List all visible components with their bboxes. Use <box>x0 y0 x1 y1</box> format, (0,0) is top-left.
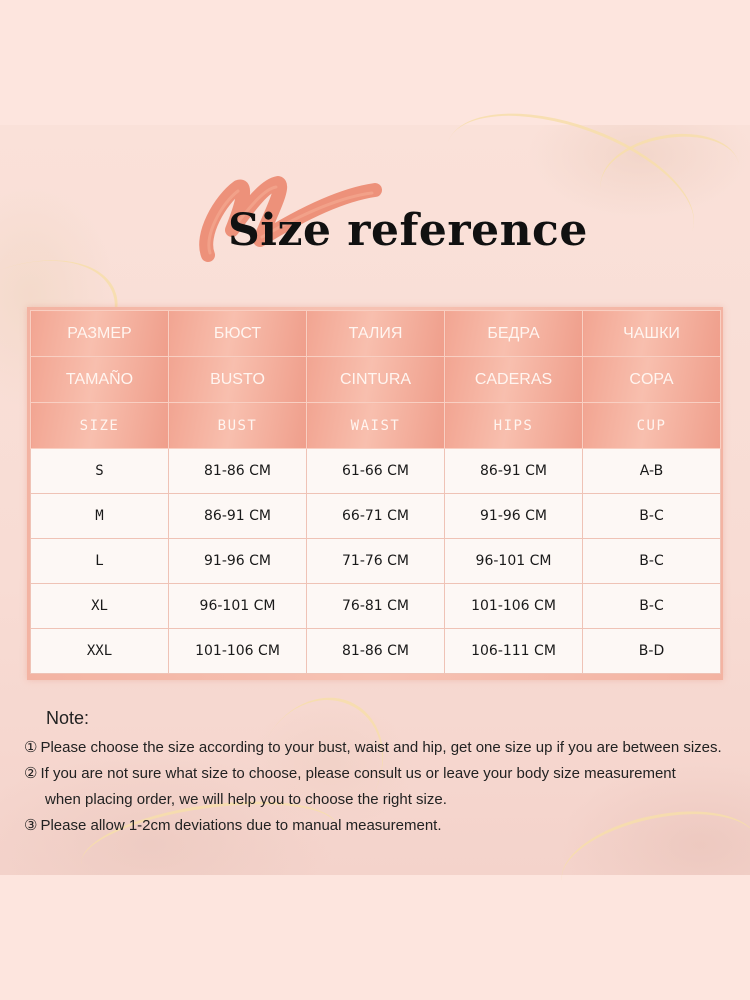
circled-number-2-icon: ② <box>24 765 38 782</box>
hips-cell: 106-111 CM <box>444 628 583 674</box>
header-cell: CINTURA <box>306 356 445 403</box>
header-cell: ТАЛИЯ <box>306 310 445 357</box>
header-row-russian: РАЗМЕР БЮСТ ТАЛИЯ БЕДРА ЧАШКИ <box>30 310 721 357</box>
size-chart-table: РАЗМЕР БЮСТ ТАЛИЯ БЕДРА ЧАШКИ TAMAÑO BUS… <box>30 310 721 674</box>
hips-cell: 96-101 CM <box>444 538 583 584</box>
note-text: Please allow 1-2cm deviations due to man… <box>40 817 442 834</box>
size-cell: XL <box>30 583 169 629</box>
size-cell: L <box>30 538 169 584</box>
table-row: M 86-91 CM 66-71 CM 91-96 CM B-C <box>30 493 721 539</box>
waist-cell: 66-71 CM <box>306 493 445 539</box>
bust-cell: 81-86 CM <box>168 448 307 494</box>
bust-cell: 86-91 CM <box>168 493 307 539</box>
table-row: S 81-86 CM 61-66 CM 86-91 CM A-B <box>30 448 721 494</box>
waist-cell: 71-76 CM <box>306 538 445 584</box>
header-cell: РАЗМЕР <box>30 310 169 357</box>
note-item: ① Please choose the size according to yo… <box>24 735 734 761</box>
hips-cell: 101-106 CM <box>444 583 583 629</box>
table-row: XL 96-101 CM 76-81 CM 101-106 CM B-C <box>30 583 721 629</box>
hips-cell: 91-96 CM <box>444 493 583 539</box>
bust-cell: 91-96 CM <box>168 538 307 584</box>
header-cell: ЧАШКИ <box>582 310 721 357</box>
note-item-continuation: when placing order, we will help you to … <box>24 787 734 813</box>
header-cell: CUP <box>582 402 721 449</box>
header-row-spanish: TAMAÑO BUSTO CINTURA CADERAS COPA <box>30 356 721 403</box>
header-cell: WAIST <box>306 402 445 449</box>
header-cell: SIZE <box>30 402 169 449</box>
header-cell: HIPS <box>444 402 583 449</box>
header-cell: CADERAS <box>444 356 583 403</box>
cup-cell: B-C <box>582 493 721 539</box>
hips-cell: 86-91 CM <box>444 448 583 494</box>
waist-cell: 81-86 CM <box>306 628 445 674</box>
cup-cell: A-B <box>582 448 721 494</box>
cup-cell: B-C <box>582 583 721 629</box>
note-text: Please choose the size according to your… <box>40 739 722 756</box>
note-text: when placing order, we will help you to … <box>45 791 447 808</box>
note-text: If you are not sure what size to choose,… <box>40 765 676 782</box>
header-cell: COPA <box>582 356 721 403</box>
note-item: ③ Please allow 1-2cm deviations due to m… <box>24 813 734 839</box>
title-block: Size reference <box>190 175 587 265</box>
note-item: ② If you are not sure what size to choos… <box>24 761 734 787</box>
header-cell: BUST <box>168 402 307 449</box>
bust-cell: 101-106 CM <box>168 628 307 674</box>
header-row-english: SIZE BUST WAIST HIPS CUP <box>30 402 721 449</box>
page-title: Size reference <box>228 205 588 256</box>
table-row: XXL 101-106 CM 81-86 CM 106-111 CM B-D <box>30 628 721 674</box>
header-cell: БЮСТ <box>168 310 307 357</box>
size-cell: M <box>30 493 169 539</box>
header-cell: BUSTO <box>168 356 307 403</box>
waist-cell: 61-66 CM <box>306 448 445 494</box>
circled-number-1-icon: ① <box>24 739 38 756</box>
note-section: Note: ① Please choose the size according… <box>24 708 734 839</box>
header-cell: БЕДРА <box>444 310 583 357</box>
header-cell: TAMAÑO <box>30 356 169 403</box>
circled-number-3-icon: ③ <box>24 817 38 834</box>
size-cell: XXL <box>30 628 169 674</box>
waist-cell: 76-81 CM <box>306 583 445 629</box>
table-row: L 91-96 CM 71-76 CM 96-101 CM B-C <box>30 538 721 584</box>
size-cell: S <box>30 448 169 494</box>
bust-cell: 96-101 CM <box>168 583 307 629</box>
note-title: Note: <box>46 708 90 728</box>
cup-cell: B-D <box>582 628 721 674</box>
cup-cell: B-C <box>582 538 721 584</box>
